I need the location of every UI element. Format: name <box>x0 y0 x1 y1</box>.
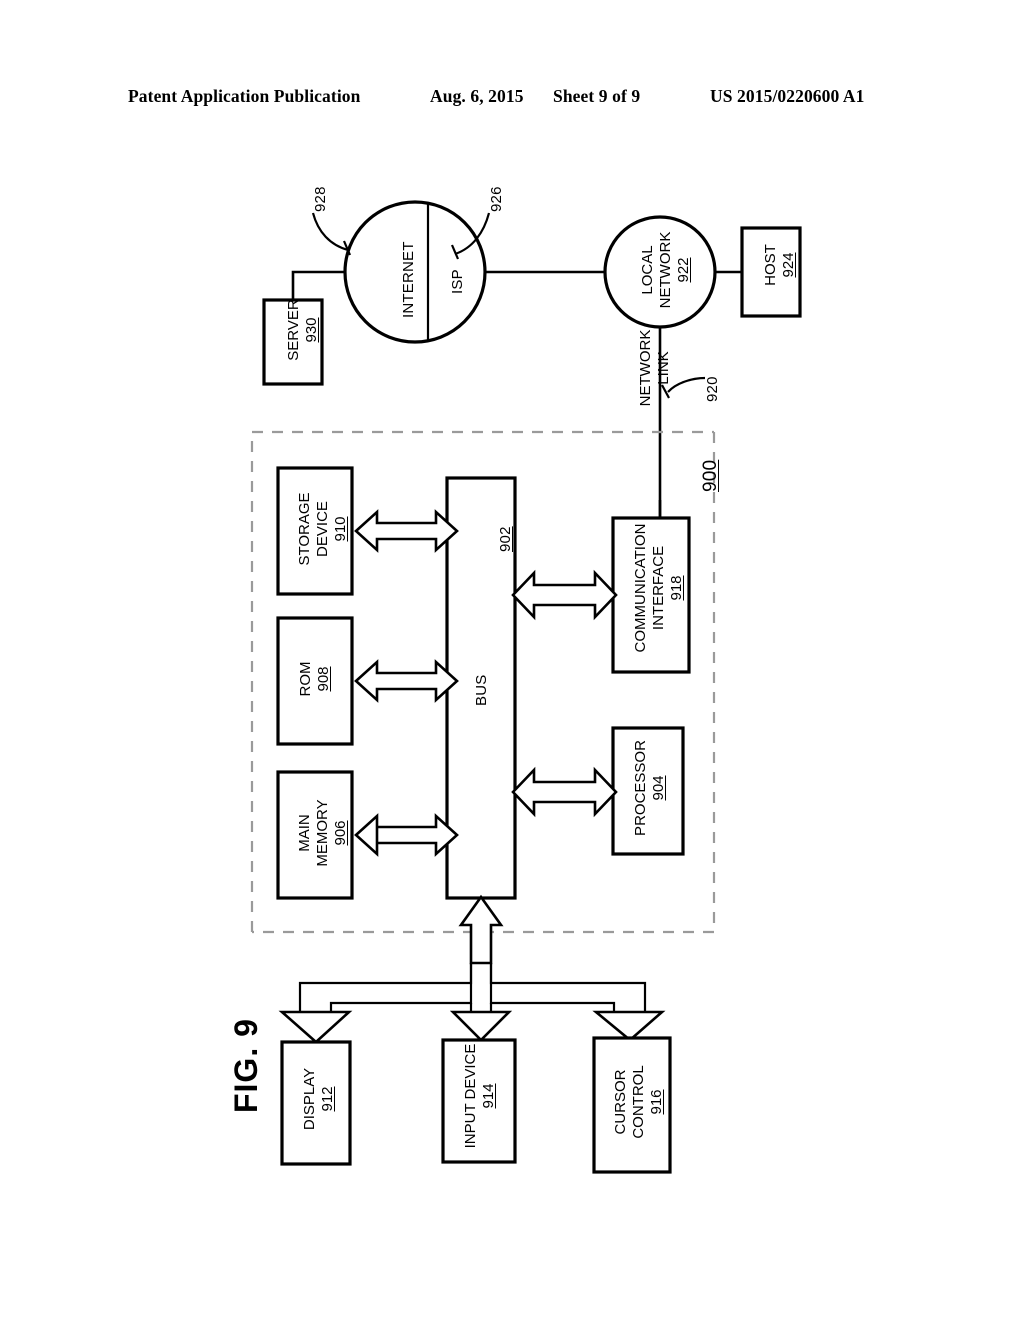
io-rail-left-inner <box>329 963 473 1012</box>
io-rail-right-outer <box>489 963 647 1012</box>
local-network-ref: 922 <box>675 257 692 283</box>
leader-920 <box>667 376 706 393</box>
arrow-bus-processor <box>511 766 618 818</box>
communication-interface-line2: INTERFACE <box>650 545 667 631</box>
display-name: DISPLAY <box>301 1067 318 1131</box>
cursor-control-line2: CONTROL <box>630 1065 647 1139</box>
input-device-label: INPUT DEVICE 914 <box>462 1040 498 1152</box>
rom-name: ROM <box>297 661 314 697</box>
main-memory-ref: 906 <box>332 820 349 846</box>
network-link-line2: LINK <box>655 351 672 385</box>
server-name: SERVER <box>285 299 302 361</box>
input-device-name: INPUT DEVICE <box>462 1043 479 1149</box>
communication-interface-ref: 918 <box>668 575 685 601</box>
communication-interface-line1: COMMUNICATION <box>632 523 649 653</box>
network-link-line1: NETWORK <box>637 329 654 407</box>
cursor-control-label: CURSOR CONTROL 916 <box>612 1042 666 1162</box>
arrow-main-memory-bus <box>354 813 459 857</box>
server-label: SERVER 930 <box>285 288 321 372</box>
arrowhead-cursor-control <box>592 1010 666 1042</box>
figure-caption: FIG. 9 <box>228 1018 264 1113</box>
input-device-ref: 914 <box>480 1083 497 1109</box>
storage-device-ref: 910 <box>332 516 349 542</box>
internet-isp-circle <box>343 200 487 344</box>
local-network-line1: LOCAL <box>639 245 656 295</box>
display-label: DISPLAY 912 <box>301 1044 337 1154</box>
rom-label: ROM 908 <box>297 624 333 734</box>
network-link-label: NETWORK LINK <box>637 318 673 418</box>
local-network-label: LOCAL NETWORK 922 <box>639 222 693 318</box>
arrow-bus-communication-interface <box>511 569 618 621</box>
figure-vector-canvas: .ln{stroke:#000;stroke-width:2.6;fill:no… <box>250 200 802 1174</box>
patent-figure-9: .ln{stroke:#000;stroke-width:2.6;fill:no… <box>0 0 1024 1320</box>
cursor-control-line1: CURSOR <box>612 1069 629 1135</box>
storage-device-label: STORAGE DEVICE 910 <box>296 474 350 584</box>
processor-label: PROCESSOR 904 <box>632 730 668 846</box>
display-ref: 912 <box>319 1086 336 1112</box>
arrowhead-input-device <box>449 1010 513 1042</box>
io-rail-right-inner <box>489 963 616 1012</box>
host-ref: 924 <box>780 252 797 278</box>
host-label: HOST 924 <box>762 220 798 310</box>
local-network-line2: NETWORK <box>657 231 674 309</box>
arrowhead-display <box>278 1010 353 1044</box>
leader-928 <box>311 212 349 252</box>
server-ref: 930 <box>303 317 320 343</box>
processor-ref: 904 <box>650 775 667 801</box>
storage-device-line1: STORAGE <box>296 492 313 566</box>
io-rail-left-outer <box>298 963 473 1012</box>
cursor-control-ref: 916 <box>648 1089 665 1115</box>
arrow-storage-device-bus <box>354 509 459 553</box>
rom-ref: 908 <box>315 666 332 692</box>
arrow-io-to-bus <box>458 894 504 965</box>
processor-name: PROCESSOR <box>632 740 649 836</box>
arrow-rom-bus <box>354 659 459 703</box>
storage-device-line2: DEVICE <box>314 501 331 557</box>
host-name: HOST <box>762 244 779 286</box>
main-memory-label: MAIN MEMORY 906 <box>296 778 350 888</box>
communication-interface-label: COMMUNICATION INTERFACE 918 <box>632 514 686 662</box>
main-memory-line2: MEMORY <box>314 799 331 867</box>
main-memory-line1: MAIN <box>296 814 313 852</box>
